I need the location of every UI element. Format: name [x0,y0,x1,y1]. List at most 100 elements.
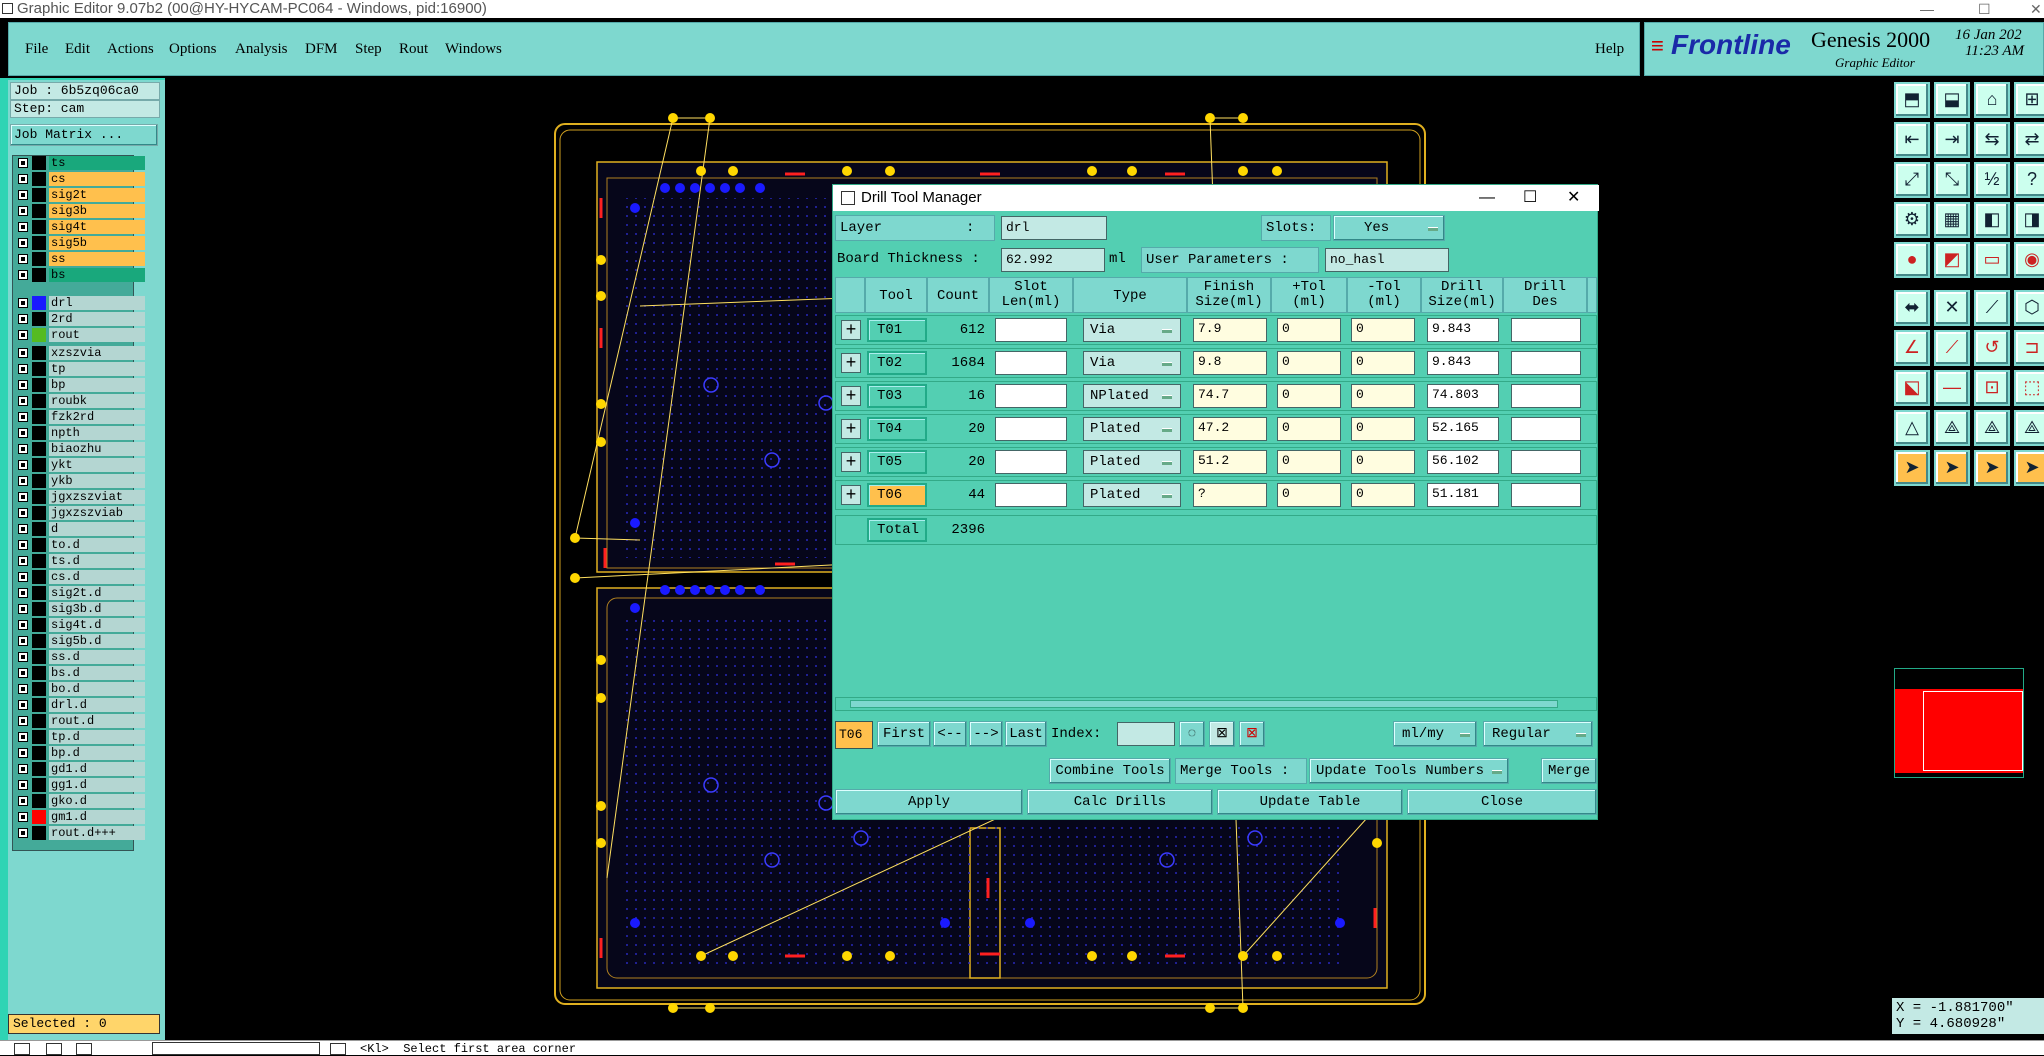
layer-color-swatch[interactable] [32,506,46,520]
layer-checkbox[interactable] [18,174,28,184]
layer-color-swatch[interactable] [32,490,46,504]
layer-checkbox[interactable] [18,684,28,694]
layer-row[interactable]: gm1.d [15,810,145,824]
drill-des-input[interactable] [1511,483,1581,507]
layer-name[interactable]: cs.d [49,570,145,584]
layer-checkbox[interactable] [18,748,28,758]
tri3-icon[interactable]: ⟁ [1974,410,2010,446]
layer-checkbox[interactable] [18,428,28,438]
layer-name[interactable]: roubk [49,394,145,408]
layer-name[interactable]: ykb [49,474,145,488]
drill-size-input[interactable]: 51.181 [1427,483,1499,507]
layer-name[interactable]: tp.d [49,730,145,744]
layer-name[interactable]: jgxzszviab [49,506,145,520]
box-icon[interactable]: ⬚ [2014,370,2044,406]
layer-checkbox[interactable] [18,364,28,374]
layer-name[interactable]: ts.d [49,554,145,568]
layer-row[interactable]: sig5b.d [15,634,145,648]
dialog-close-icon[interactable]: ✕ [1567,185,1580,211]
layer-color-swatch[interactable] [32,172,46,186]
layer-checkbox[interactable] [18,206,28,216]
layer-checkbox[interactable] [18,780,28,790]
layer-name[interactable]: sig3b.d [49,602,145,616]
layer-checkbox[interactable] [18,270,28,280]
layer-color-swatch[interactable] [32,220,46,234]
layer-checkbox[interactable] [18,508,28,518]
tool-button[interactable]: T04 [867,417,927,441]
layer-row[interactable]: ykb [15,474,145,488]
layer-color-swatch[interactable] [32,188,46,202]
slot-length-input[interactable] [995,483,1067,507]
layer-checkbox[interactable] [18,254,28,264]
layer-checkbox[interactable] [18,330,28,340]
panel-right-icon[interactable]: ◨ [2014,202,2044,238]
select-box-icon[interactable]: ⊠ [1209,721,1235,747]
triangle-icon[interactable]: △ [1894,410,1930,446]
layer-color-swatch[interactable] [32,312,46,326]
job-matrix-button[interactable]: Job Matrix ... [10,124,158,146]
layer-row[interactable]: rout.d+++ [15,826,145,840]
close-button[interactable]: Close [1407,789,1597,815]
line-icon[interactable]: ⟋ [1974,290,2010,326]
expand-row-icon[interactable]: + [841,485,861,505]
user-parameters-input[interactable]: no_hasl [1325,248,1449,272]
layer-color-swatch[interactable] [32,328,46,342]
zoom-fit-icon[interactable]: ⤢ [1894,162,1930,198]
layer-color-swatch[interactable] [32,810,46,824]
layer-color-swatch[interactable] [32,586,46,600]
layer-name[interactable]: sig2t.d [49,586,145,600]
layer-color-swatch[interactable] [32,378,46,392]
layer-checkbox[interactable] [18,652,28,662]
home-icon[interactable]: ⌂ [1974,82,2010,118]
drill-size-input[interactable]: 74.803 [1427,384,1499,408]
target-icon[interactable]: ◉ [2014,242,2044,278]
layer-color-swatch[interactable] [32,362,46,376]
layer-row[interactable]: sig4t [15,220,145,234]
layer-color-swatch[interactable] [32,236,46,250]
tri4-icon[interactable]: ⟁ [2014,410,2044,446]
layer-row[interactable]: biaozhu [15,442,145,456]
layer-name[interactable]: ss [49,252,145,266]
layer-checkbox[interactable] [18,460,28,470]
drill-des-input[interactable] [1511,450,1581,474]
layer-name[interactable]: rout.d+++ [49,826,145,840]
minus-tol-input[interactable]: 0 [1351,318,1415,342]
layer-color-swatch[interactable] [32,156,46,170]
layer-row[interactable]: bp.d [15,746,145,760]
expand-row-icon[interactable]: + [841,452,861,472]
layer-row[interactable]: rout [15,328,145,342]
overview-viewport[interactable] [1923,691,2023,771]
layer-checkbox[interactable] [18,492,28,502]
layer-color-swatch[interactable] [32,296,46,310]
layer-checkbox[interactable] [18,668,28,678]
layer-name[interactable]: gm1.d [49,810,145,824]
layer-name[interactable]: gg1.d [49,778,145,792]
layer-row[interactable]: xzszvia [15,346,145,360]
layer-color-swatch[interactable] [32,570,46,584]
layer-checkbox[interactable] [18,620,28,630]
index-input[interactable] [1117,722,1175,746]
minimize-icon[interactable]: — [1920,0,1934,18]
layer-color-swatch[interactable] [32,252,46,266]
layer-row[interactable]: d [15,522,145,536]
layer-row[interactable]: bs.d [15,666,145,680]
stretch-icon[interactable]: ⬌ [1894,290,1930,326]
plus-tol-input[interactable]: 0 [1277,318,1341,342]
drill-des-input[interactable] [1511,318,1581,342]
update-table-button[interactable]: Update Table [1217,789,1403,815]
layer-row[interactable]: fzk2rd [15,410,145,424]
layer-color-swatch[interactable] [32,410,46,424]
board-thickness-input[interactable]: 62.992 [1001,248,1105,272]
layer-name[interactable]: drl [49,296,145,310]
layer-name[interactable]: bp [49,378,145,392]
delete-icon[interactable]: ✕ [1934,290,1970,326]
drill-des-input[interactable] [1511,351,1581,375]
layer-row[interactable]: rout.d [15,714,145,728]
layer-name[interactable]: sig4t [49,220,145,234]
layer-name[interactable]: sig3b [49,204,145,218]
minus-tol-input[interactable]: 0 [1351,351,1415,375]
first-button[interactable]: First [877,721,931,747]
layer-checkbox[interactable] [18,556,28,566]
layer-name[interactable]: gd1.d [49,762,145,776]
layer-name[interactable]: npth [49,426,145,440]
